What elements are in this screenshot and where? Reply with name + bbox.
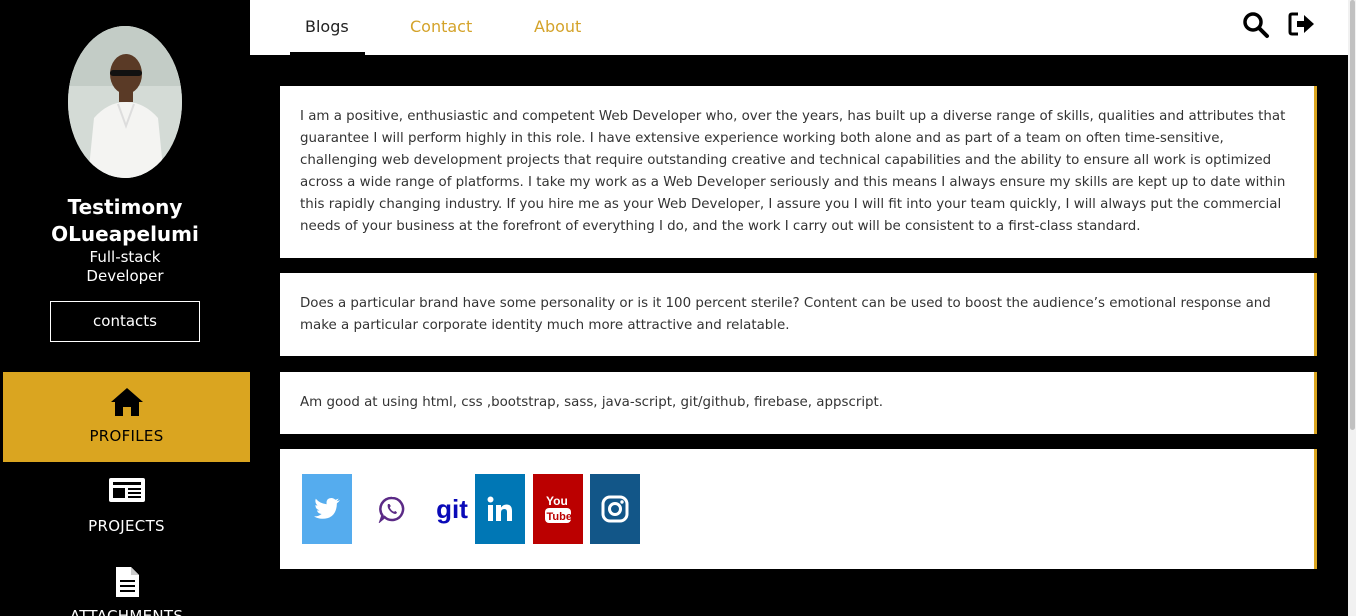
tab-about[interactable]: About bbox=[534, 17, 581, 36]
instagram-icon[interactable] bbox=[590, 474, 640, 544]
brand-card: Does a particular brand have some person… bbox=[280, 273, 1317, 356]
about-text: I am a positive, enthusiastic and compet… bbox=[300, 109, 1286, 234]
sidebar-item-profiles[interactable]: PROFILES bbox=[3, 372, 250, 462]
svg-text:Tube: Tube bbox=[547, 511, 572, 523]
profile-role-line2: Developer bbox=[86, 267, 164, 285]
avatar-photo bbox=[68, 26, 182, 178]
profile-role-line1: Full-stack bbox=[89, 248, 161, 266]
git-icon[interactable]: git bbox=[427, 474, 477, 544]
top-navbar: Blogs Contact About bbox=[250, 0, 1348, 55]
scrollbar-thumb[interactable] bbox=[1350, 0, 1355, 430]
whatsapp-icon[interactable] bbox=[367, 474, 417, 544]
tab-blogs[interactable]: Blogs bbox=[305, 17, 349, 36]
home-icon bbox=[3, 386, 250, 418]
profile-role: Full-stack Developer bbox=[0, 248, 250, 286]
skills-text: Am good at using html, css ,bootstrap, s… bbox=[300, 395, 884, 410]
git-icon-label: git bbox=[436, 493, 468, 524]
social-card: git You Tube bbox=[280, 449, 1317, 569]
youtube-icon[interactable]: You Tube bbox=[533, 474, 583, 544]
about-card: I am a positive, enthusiastic and compet… bbox=[280, 86, 1317, 258]
avatar bbox=[68, 26, 182, 178]
sidebar-item-label: PROFILES bbox=[89, 427, 164, 445]
tab-contact[interactable]: Contact bbox=[410, 17, 472, 36]
svg-text:You: You bbox=[546, 494, 568, 508]
sidebar-item-label: PROJECTS bbox=[88, 517, 165, 535]
profile-name: Testimony OLueapelumi bbox=[0, 194, 250, 248]
linkedin-icon[interactable] bbox=[475, 474, 525, 544]
profile-name-last: OLueapelumi bbox=[51, 222, 199, 246]
profile-name-first: Testimony bbox=[67, 195, 183, 219]
sidebar-item-label: ATTACHMENTS bbox=[69, 607, 184, 616]
twitter-icon[interactable] bbox=[302, 474, 352, 544]
brand-text: Does a particular brand have some person… bbox=[300, 296, 1271, 333]
active-tab-indicator bbox=[290, 52, 365, 55]
contacts-button[interactable]: contacts bbox=[50, 301, 200, 342]
skills-card: Am good at using html, css ,bootstrap, s… bbox=[280, 372, 1317, 434]
sidebar-item-attachments[interactable]: ATTACHMENTS bbox=[3, 552, 250, 616]
sidebar: Testimony OLueapelumi Full-stack Develop… bbox=[0, 0, 250, 616]
sign-out-icon[interactable] bbox=[1288, 11, 1316, 41]
search-icon[interactable] bbox=[1242, 11, 1270, 43]
file-text-icon bbox=[3, 566, 250, 598]
newspaper-icon bbox=[3, 476, 250, 508]
sidebar-item-projects[interactable]: PROJECTS bbox=[3, 462, 250, 552]
